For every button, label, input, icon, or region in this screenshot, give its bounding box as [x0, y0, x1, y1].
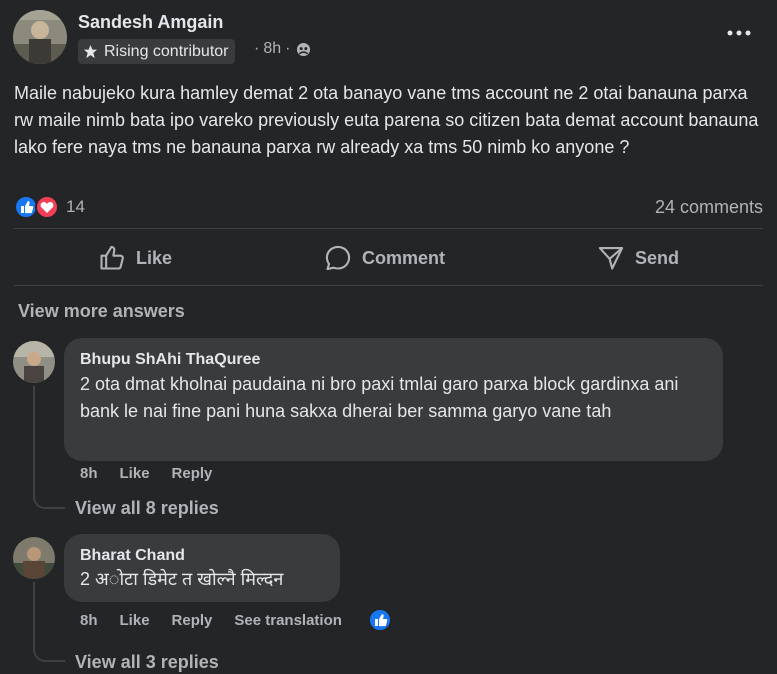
comment-text: 2 ota dmat kholnai paudaina ni bro paxi … — [80, 374, 679, 421]
group-privacy-icon[interactable] — [296, 42, 311, 57]
avatar-photo — [13, 537, 55, 579]
thread-line — [33, 386, 35, 499]
comment-actions: 8h Like Reply — [80, 465, 230, 482]
reaction-count: 14 — [66, 197, 85, 216]
thread-line — [33, 582, 35, 652]
reactions-summary[interactable]: 14 — [14, 195, 85, 219]
comment-time[interactable]: 8h — [80, 612, 98, 629]
badge-label: Rising contributor — [104, 42, 229, 60]
comment-author-avatar[interactable] — [13, 537, 55, 579]
view-replies-link[interactable]: View all 3 replies — [75, 652, 219, 673]
thread-branch — [33, 650, 65, 662]
post-time[interactable]: 8h — [263, 40, 281, 58]
comment-like-button[interactable]: Like — [120, 465, 150, 482]
post-separator: · — [254, 40, 260, 57]
comment-button-label: Comment — [362, 247, 446, 268]
view-more-answers-link[interactable]: View more answers — [18, 301, 185, 322]
like-icon — [100, 245, 124, 270]
post-author-avatar[interactable] — [13, 10, 67, 64]
send-icon — [598, 247, 624, 270]
comment-bubble: Bharat Chand 2 अोटा डिमेट त खोल्नै मिल्द… — [64, 534, 340, 602]
send-button[interactable]: Send — [597, 242, 679, 274]
post-author-name[interactable]: Sandesh Amgain — [78, 12, 223, 33]
more-options-icon[interactable] — [726, 24, 752, 42]
rising-contributor-badge[interactable]: Rising contributor — [78, 39, 235, 64]
comment-author-name[interactable]: Bhupu ShAhi ThaQuree — [80, 351, 260, 369]
post-text: Maile nabujeko kura hamley demat 2 ota b… — [14, 83, 759, 157]
see-translation-link[interactable]: See translation — [234, 612, 342, 629]
comment-author-avatar[interactable] — [13, 341, 55, 383]
view-replies-link[interactable]: View all 8 replies — [75, 498, 219, 519]
comment-time[interactable]: 8h — [80, 465, 98, 482]
thread-branch — [33, 497, 65, 509]
comment-reply-button[interactable]: Reply — [172, 612, 213, 629]
comment-bubble: Bhupu ShAhi ThaQuree 2 ota dmat kholnai … — [64, 338, 723, 461]
divider-bottom — [14, 285, 763, 286]
comments-count[interactable]: 24 comments — [655, 197, 763, 218]
comment-icon — [325, 245, 351, 271]
send-button-label: Send — [635, 247, 680, 268]
comment-text: 2 अोटा डिमेट त खोल्नै मिल्दन — [80, 569, 284, 589]
avatar-photo — [13, 341, 55, 383]
reaction-icons — [14, 195, 59, 219]
star-icon — [83, 44, 98, 59]
like-button[interactable]: Like — [98, 242, 172, 274]
like-reaction-icon[interactable] — [368, 608, 392, 632]
post-meta: · 8h · — [254, 40, 311, 58]
post-separator-2: · — [285, 40, 291, 57]
comment-actions: 8h Like Reply See translation — [80, 612, 360, 629]
comment-reply-button[interactable]: Reply — [172, 465, 213, 482]
divider-top — [14, 228, 763, 229]
comment-author-name[interactable]: Bharat Chand — [80, 547, 185, 565]
comment-like-button[interactable]: Like — [120, 612, 150, 629]
like-button-label: Like — [136, 247, 173, 268]
comment-button[interactable]: Comment — [324, 242, 445, 274]
avatar-photo — [13, 10, 67, 64]
